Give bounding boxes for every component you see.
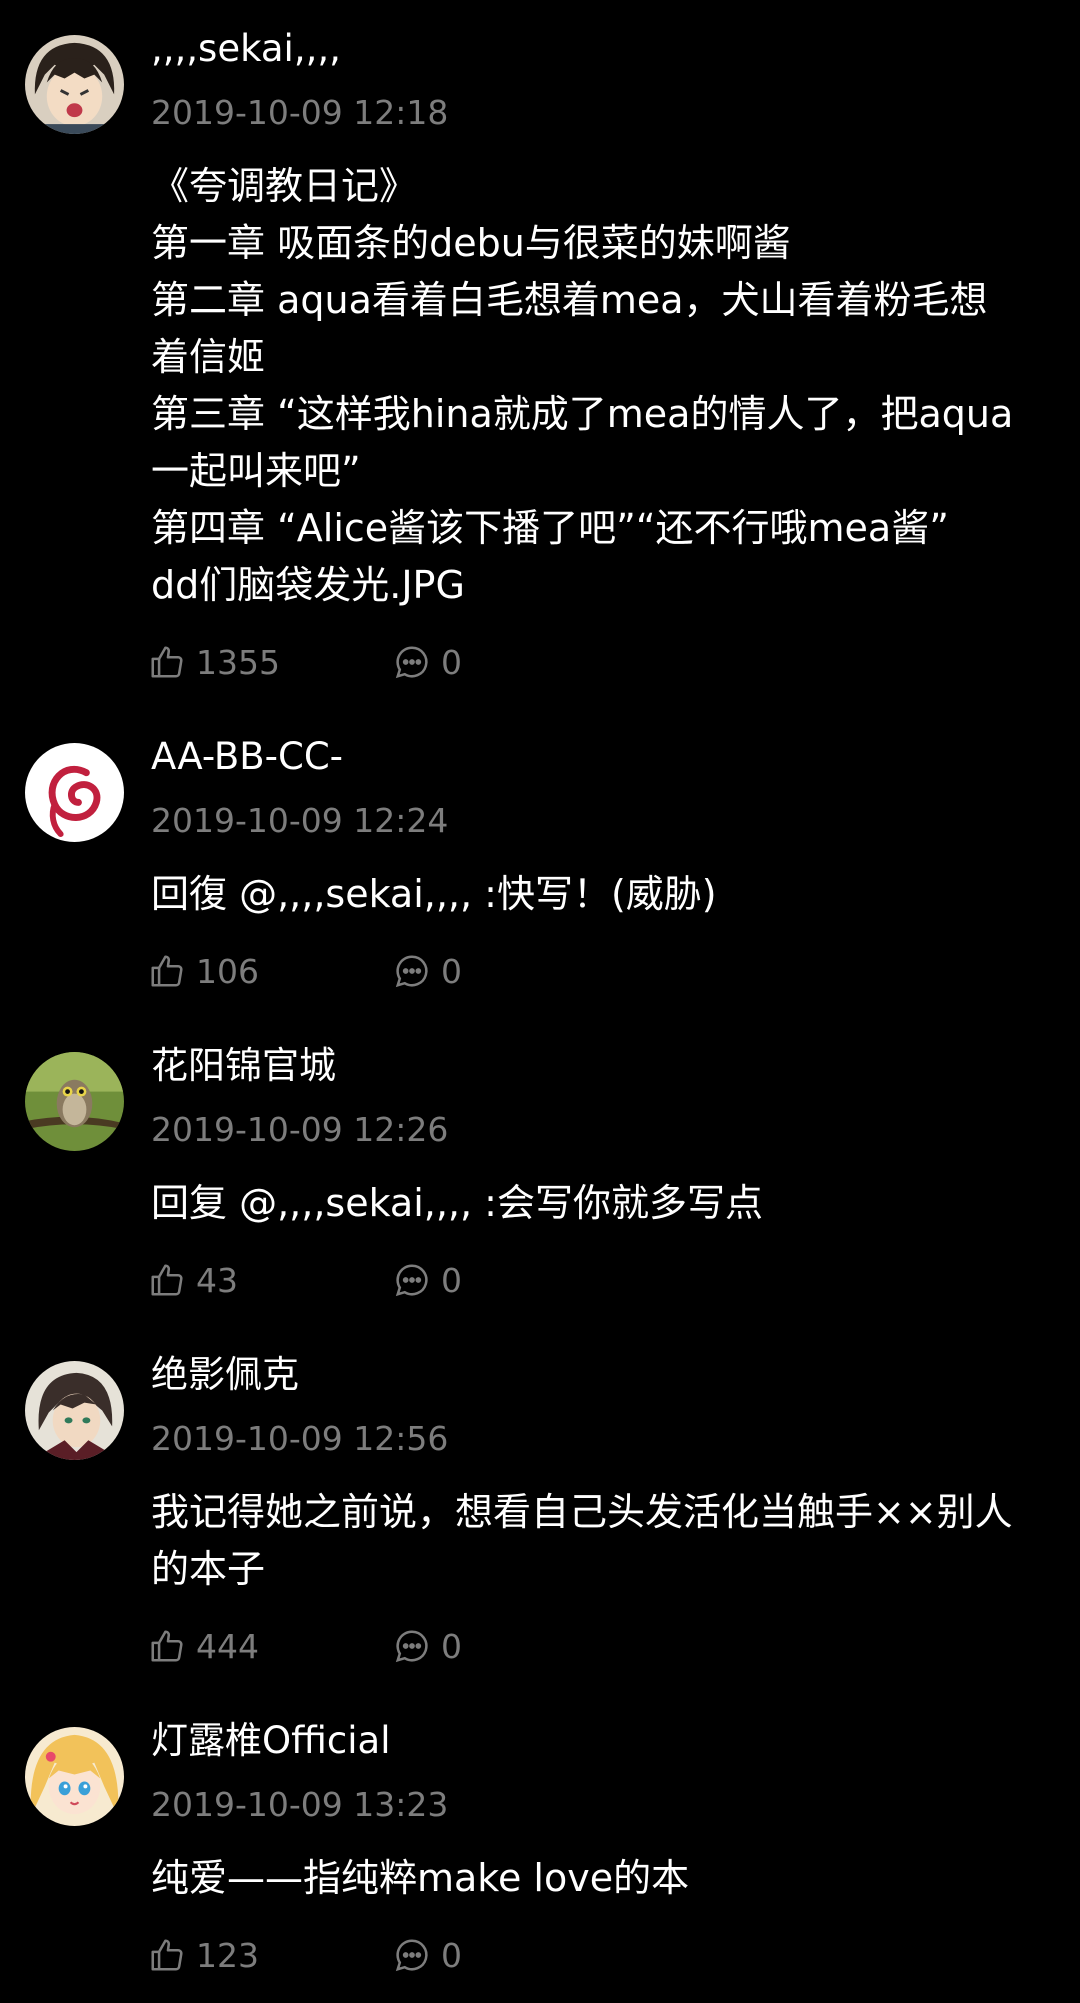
comment-item: ,,,,sekai,,,, 2019-10-09 12:18 《夸调教日记》 第… [0,0,1080,705]
comment-line: 我记得她之前说，想看自己头发活化当触手××别人 [151,1490,1013,1534]
comment-actions: 106 0 [148,948,548,994]
avatar[interactable] [25,1727,124,1826]
avatar[interactable] [25,1052,124,1151]
timestamp: 2019-10-09 12:24 [151,801,449,840]
comment-line: 一起叫来吧” [151,449,361,493]
thumbs-up-icon [151,1630,183,1662]
timestamp: 2019-10-09 12:26 [151,1110,449,1149]
username[interactable]: ,,,,sekai,,,, [151,24,341,74]
comment-line: 的本子 [151,1547,266,1591]
username[interactable]: 绝影佩克 [151,1350,299,1400]
like-count: 1355 [196,642,280,682]
thumbs-up-icon [151,646,183,678]
reply-button[interactable]: 0 [393,1623,462,1669]
blonde-anime-girl-avatar-icon [25,1727,124,1826]
comment-bubble-icon [395,1630,428,1663]
comment-item: 绝影佩克 2019-10-09 12:56 我记得她之前说，想看自己头发活化当触… [0,1326,1080,1689]
like-button[interactable]: 444 [148,1623,259,1669]
owl-avatar-icon [25,1052,124,1151]
comment-item: 灯露椎Official 2019-10-09 13:23 纯爱——指纯粹make… [0,1692,1080,2003]
reply-count: 0 [441,1935,462,1975]
like-button[interactable]: 1355 [148,639,280,685]
timestamp: 2019-10-09 13:23 [151,1785,449,1824]
comment-actions: 444 0 [148,1623,548,1669]
comment-bubble-icon [395,955,428,988]
like-count: 123 [196,1935,259,1975]
comment-text: 纯爱——指纯粹make love的本 [151,1850,1051,1907]
username[interactable]: 灯露椎Official [151,1716,390,1766]
reply-count: 0 [441,1260,462,1300]
comment-bubble-icon [395,1264,428,1297]
comment-line: 第四章 “Alice酱该下播了吧”“还不行哦mea酱” [151,506,949,550]
username[interactable]: AA-BB-CC- [151,732,343,782]
timestamp: 2019-10-09 12:56 [151,1419,449,1458]
anime-boy-avatar-icon [25,35,124,134]
like-count: 106 [196,951,259,991]
comment-actions: 123 0 [148,1932,548,1978]
comment-line: 纯爱——指纯粹make love的本 [151,1856,690,1900]
comment-text: 回复 @,,,,sekai,,,, :会写你就多写点 [151,1175,1051,1232]
reply-count: 0 [441,642,462,682]
comment-bubble-icon [395,1939,428,1972]
avatar[interactable] [25,35,124,134]
username[interactable]: 花阳锦官城 [151,1041,336,1091]
comment-actions: 43 0 [148,1257,548,1303]
comment-item: AA-BB-CC- 2019-10-09 12:24 回復 @,,,,sekai… [0,708,1080,1014]
like-button[interactable]: 123 [148,1932,259,1978]
like-button[interactable]: 43 [148,1257,238,1303]
comment-line: 回复 @,,,,sekai,,,, :会写你就多写点 [151,1181,763,1225]
reply-count: 0 [441,1626,462,1666]
thumbs-up-icon [151,1939,183,1971]
comment-line: 《夸调教日记》 [151,164,418,208]
comment-text: 《夸调教日记》 第一章 吸面条的debu与很菜的妹啊酱 第二章 aqua看着白毛… [151,158,1051,614]
timestamp: 2019-10-09 12:18 [151,93,449,132]
reply-button[interactable]: 0 [393,639,462,685]
like-count: 43 [196,1260,238,1300]
like-count: 444 [196,1626,259,1666]
comment-line: 第二章 aqua看着白毛想着mea，犬山看着粉毛想 [151,278,988,322]
avatar[interactable] [25,1361,124,1460]
reply-button[interactable]: 0 [393,1257,462,1303]
avatar[interactable] [25,743,124,842]
comment-line: 回復 @,,,,sekai,,,, :快写！(威胁) [151,872,717,916]
comment-bubble-icon [395,646,428,679]
thumbs-up-icon [151,955,183,987]
reply-button[interactable]: 0 [393,1932,462,1978]
comment-line: 第三章 “这样我hina就成了mea的情人了，把aqua [151,392,1014,436]
reply-count: 0 [441,951,462,991]
thumbs-up-icon [151,1264,183,1296]
comment-line: dd们脑袋发光.JPG [151,563,465,607]
comment-item: 花阳锦官城 2019-10-09 12:26 回复 @,,,,sekai,,,,… [0,1017,1080,1323]
comment-text: 回復 @,,,,sekai,,,, :快写！(威胁) [151,866,1051,923]
comment-line: 着信姬 [151,335,266,379]
comment-text: 我记得她之前说，想看自己头发活化当触手××别人 的本子 [151,1484,1051,1598]
comment-line: 第一章 吸面条的debu与很菜的妹啊酱 [151,221,791,265]
reply-button[interactable]: 0 [393,948,462,994]
anime-character-avatar-icon [25,1361,124,1460]
debian-swirl-avatar-icon [25,743,124,842]
like-button[interactable]: 106 [148,948,259,994]
comment-actions: 1355 0 [148,639,548,685]
